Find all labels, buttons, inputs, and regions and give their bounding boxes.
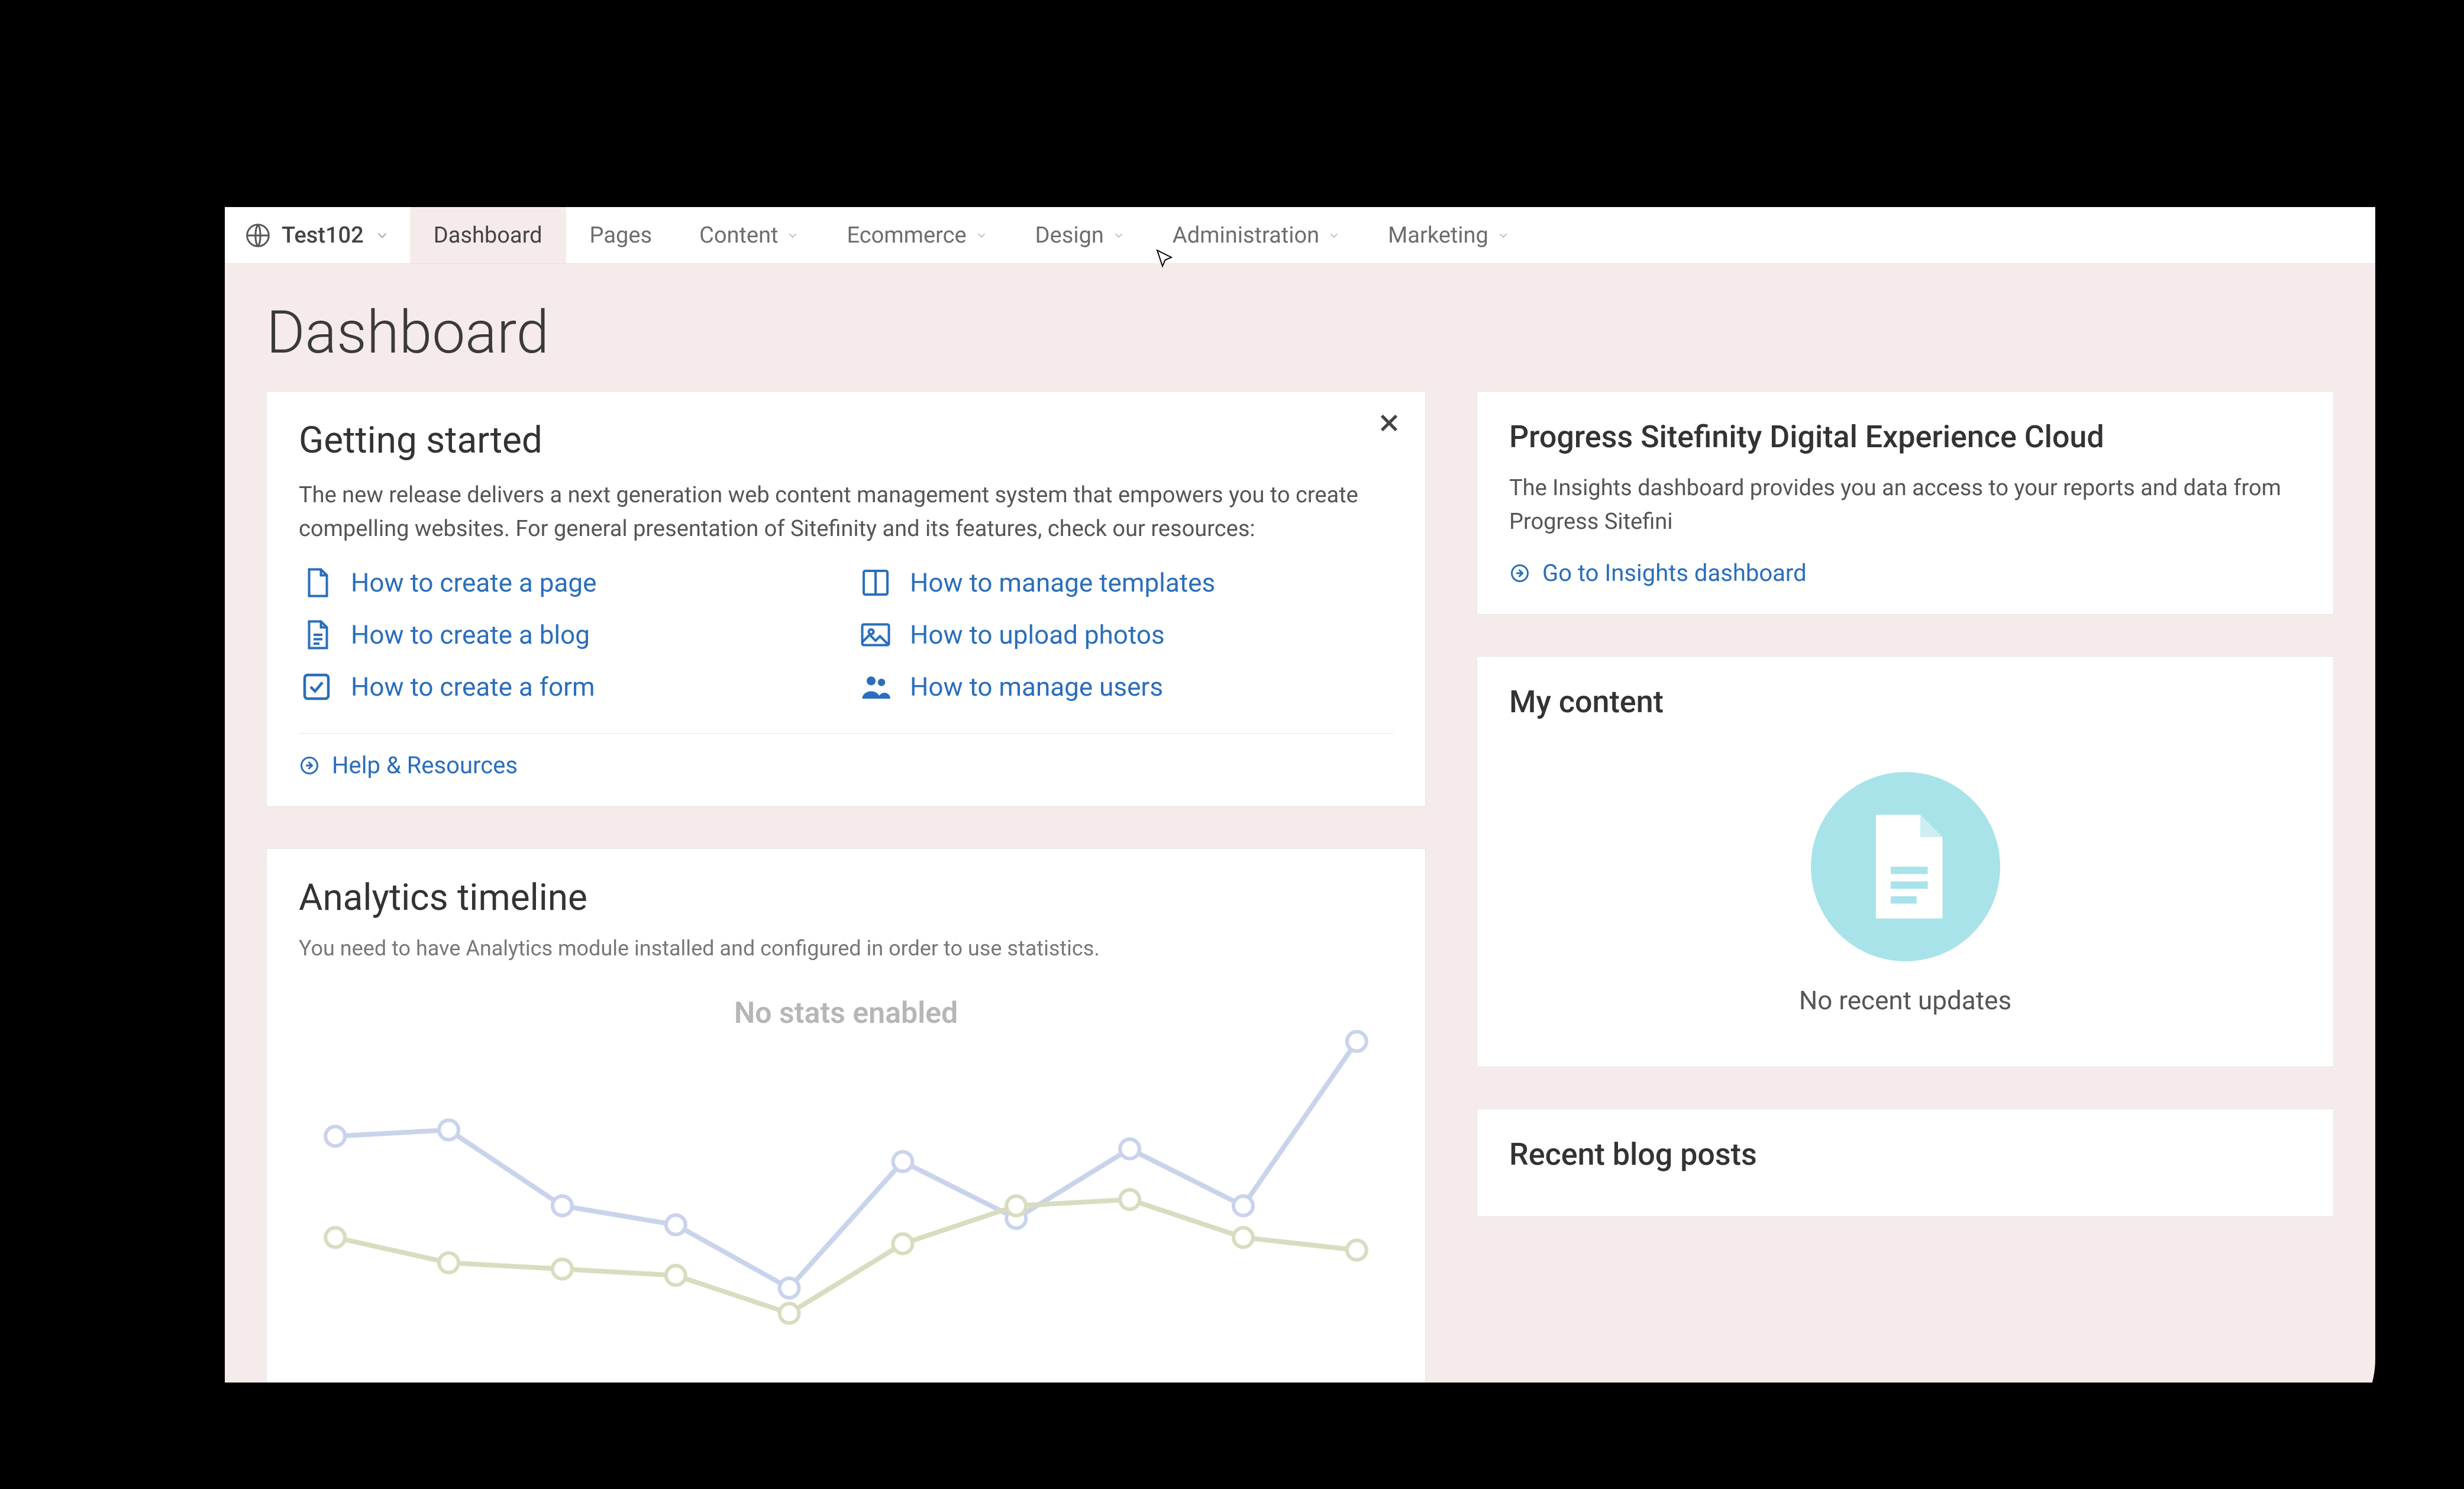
close-icon [1377, 411, 1401, 435]
users-icon [858, 669, 893, 705]
nav-marketing[interactable]: Marketing [1364, 207, 1533, 263]
nav-label: Design [1035, 222, 1104, 248]
link-upload-photos[interactable]: How to upload photos [858, 617, 1393, 653]
nav-label: Content [699, 222, 778, 248]
nav-design[interactable]: Design [1012, 207, 1149, 263]
chevron-down-icon [1497, 229, 1510, 242]
link-create-page[interactable]: How to create a page [299, 565, 834, 600]
card-title: My content [1509, 684, 2301, 720]
link-manage-users[interactable]: How to manage users [858, 669, 1393, 705]
photo-icon [858, 617, 893, 653]
link-label: Go to Insights dashboard [1542, 559, 1807, 587]
nav-administration[interactable]: Administration [1149, 207, 1364, 263]
template-icon [858, 565, 893, 600]
card-title: Getting started [299, 419, 1393, 462]
link-label: How to create a page [351, 567, 596, 598]
card-title: Progress Sitefinity Digital Experience C… [1509, 419, 2301, 455]
page-icon [299, 565, 334, 600]
nav-dashboard[interactable]: Dashboard [410, 207, 566, 263]
nav-label: Ecommerce [847, 222, 966, 248]
nav-content[interactable]: Content [676, 207, 823, 263]
col-right: Progress Sitefinity Digital Experience C… [1477, 391, 2334, 1383]
empty-label: No recent updates [1799, 985, 2011, 1016]
chevron-down-icon [975, 229, 988, 242]
nav-pages[interactable]: Pages [566, 207, 676, 263]
document-badge [1811, 772, 2000, 961]
chevron-down-icon [374, 228, 390, 243]
link-label: How to manage templates [910, 567, 1215, 598]
link-label: How to upload photos [910, 619, 1165, 650]
link-create-form[interactable]: How to create a form [299, 669, 834, 705]
document-icon [1861, 813, 1950, 920]
nav-ecommerce[interactable]: Ecommerce [823, 207, 1011, 263]
col-left: Getting started The new release delivers… [266, 391, 1426, 1383]
page-title: Dashboard [266, 298, 2334, 367]
chart-svg [299, 980, 1393, 1369]
link-create-blog[interactable]: How to create a blog [299, 617, 834, 653]
page: Dashboard Getting started The new releas… [225, 264, 2375, 1383]
arrow-right-circle-icon [299, 755, 320, 776]
nav-label: Marketing [1388, 222, 1488, 248]
getting-started-card: Getting started The new release delivers… [266, 391, 1426, 807]
link-label: Help & Resources [332, 751, 518, 779]
chevron-down-icon [786, 229, 799, 242]
my-content-card: My content No recent updates [1477, 656, 2334, 1067]
card-title: Analytics timeline [299, 876, 1393, 919]
chevron-down-icon [1328, 229, 1341, 242]
divider [299, 733, 1393, 734]
top-nav: Test102 Dashboard Pages Content Ecommerc… [225, 207, 2375, 264]
analytics-card: Analytics timeline You need to have Anal… [266, 848, 1426, 1383]
nav-label: Administration [1173, 222, 1319, 248]
card-intro: The new release delivers a next generati… [299, 479, 1393, 546]
link-manage-templates[interactable]: How to manage templates [858, 565, 1393, 600]
card-desc: The Insights dashboard provides you an a… [1509, 471, 2301, 539]
close-button[interactable] [1377, 411, 1401, 438]
link-label: How to create a form [351, 671, 595, 702]
columns: Getting started The new release delivers… [266, 391, 2334, 1383]
dec-card: Progress Sitefinity Digital Experience C… [1477, 391, 2334, 615]
device-frame: Test102 Dashboard Pages Content Ecommerc… [89, 35, 2375, 1454]
link-label: How to create a blog [351, 619, 590, 650]
no-stats-label: No stats enabled [299, 996, 1393, 1031]
link-label: How to manage users [910, 671, 1163, 702]
help-resources-link[interactable]: Help & Resources [299, 751, 1393, 779]
app-viewport: Test102 Dashboard Pages Content Ecommerc… [225, 207, 2375, 1383]
chevron-down-icon [1112, 229, 1125, 242]
site-switcher[interactable]: Test102 [225, 207, 410, 263]
form-icon [299, 669, 334, 705]
card-title: Recent blog posts [1509, 1136, 2301, 1173]
insights-dashboard-link[interactable]: Go to Insights dashboard [1509, 559, 2301, 587]
site-name: Test102 [282, 222, 364, 248]
nav-label: Dashboard [434, 222, 542, 248]
recent-blog-card: Recent blog posts [1477, 1109, 2334, 1217]
help-links: How to create a page How to create a blo… [299, 565, 1393, 705]
blog-icon [299, 617, 334, 653]
empty-state: No recent updates [1509, 737, 2301, 1039]
globe-icon [245, 222, 271, 248]
card-subtitle: You need to have Analytics module instal… [299, 936, 1393, 961]
nav-label: Pages [590, 222, 653, 248]
arrow-right-circle-icon [1509, 563, 1530, 584]
analytics-chart: No stats enabled [299, 980, 1393, 1369]
